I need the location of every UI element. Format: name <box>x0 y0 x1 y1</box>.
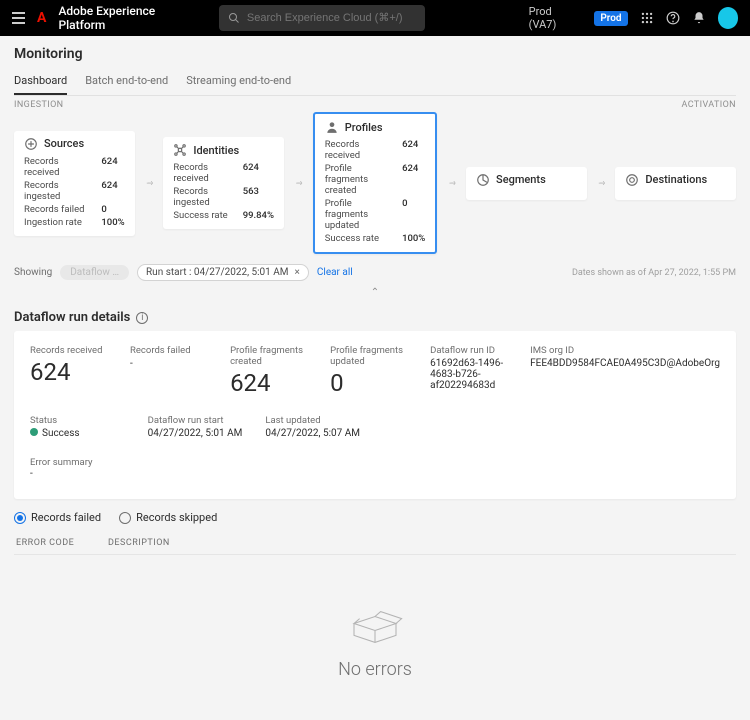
bell-icon[interactable] <box>692 11 706 25</box>
empty-box-icon <box>347 605 403 649</box>
search-icon <box>227 11 241 25</box>
card-title: Sources <box>44 137 84 150</box>
ingestion-label: INGESTION <box>14 100 64 110</box>
card-title: Destinations <box>645 173 707 186</box>
status-dot-icon <box>30 428 38 436</box>
col-description: DESCRIPTION <box>108 538 734 548</box>
collapse-chevron-icon[interactable]: ⌃ <box>14 287 736 298</box>
env-label: Prod (VA7) <box>529 5 579 31</box>
sources-icon <box>24 137 38 151</box>
env-badge[interactable]: Prod <box>594 11 627 26</box>
profiles-icon <box>325 120 339 134</box>
tab-batch[interactable]: Batch end-to-end <box>85 68 168 95</box>
metric-records-failed: - <box>130 358 214 369</box>
arrow-icon: - - - › <box>597 178 606 189</box>
radio-icon <box>119 512 131 524</box>
segments-icon <box>476 173 490 187</box>
page-title: Monitoring <box>14 46 736 62</box>
close-icon[interactable]: × <box>295 267 300 278</box>
timestamp-note: Dates shown as of Apr 27, 2022, 1:55 PM <box>572 268 736 278</box>
metric-pf-created: 624 <box>230 369 314 397</box>
destinations-icon <box>625 173 639 187</box>
identities-icon <box>173 143 187 157</box>
status-value: Success <box>30 428 132 439</box>
showing-label: Showing <box>14 267 52 278</box>
metric-records-received: 624 <box>30 358 114 386</box>
run-start-chip[interactable]: Run start : 04/27/2022, 5:01 AM × <box>137 264 309 281</box>
global-search[interactable] <box>219 5 425 31</box>
arrow-icon: - - - › <box>447 178 456 189</box>
global-topbar: A Adobe Experience Platform Prod (VA7) P… <box>0 0 750 36</box>
card-title: Profiles <box>345 121 383 134</box>
details-card: Records received 624 Records failed - Pr… <box>14 331 736 499</box>
tab-dashboard[interactable]: Dashboard <box>14 68 67 95</box>
last-updated-value: 04/27/2022, 5:07 AM <box>265 428 367 439</box>
empty-text: No errors <box>338 659 412 680</box>
help-icon[interactable] <box>666 11 680 25</box>
col-error-code: ERROR CODE <box>16 538 96 548</box>
tab-streaming[interactable]: Streaming end-to-end <box>186 68 291 95</box>
search-input[interactable] <box>247 12 417 24</box>
nav-toggle-icon[interactable] <box>12 11 25 25</box>
brand-title: Adobe Experience Platform <box>58 4 194 32</box>
radio-records-skipped[interactable]: Records skipped <box>119 511 217 524</box>
error-summary-value: - <box>30 468 720 479</box>
info-icon[interactable]: i <box>136 312 148 324</box>
empty-state: No errors <box>14 555 736 720</box>
metric-org-id: FEE4BDD9584FCAE0A495C3D@AdobeOrg <box>530 358 720 369</box>
dataflow-chip: Dataflow … <box>60 265 129 280</box>
arrow-icon: - - - › <box>145 178 154 189</box>
card-profiles[interactable]: Profiles Records received624 Profile fra… <box>313 112 438 254</box>
arrow-icon: - - - › <box>294 178 303 189</box>
radio-records-failed[interactable]: Records failed <box>14 511 101 524</box>
activation-label: ACTIVATION <box>681 100 736 110</box>
run-start-value: 04/27/2022, 5:01 AM <box>148 428 250 439</box>
subtab-bar: Dashboard Batch end-to-end Streaming end… <box>14 68 736 96</box>
apps-icon[interactable] <box>640 11 654 25</box>
card-segments[interactable]: Segments <box>466 167 587 200</box>
metric-run-id: 61692d63-1496-4683-b726-af202294683d <box>430 358 514 391</box>
card-destinations[interactable]: Destinations <box>615 167 736 200</box>
details-heading: Dataflow run details <box>14 310 130 325</box>
avatar[interactable] <box>718 7 738 29</box>
adobe-logo-icon: A <box>37 10 46 26</box>
pipeline-cards: Sources Records received624 Records inge… <box>14 112 736 254</box>
card-title: Segments <box>496 173 546 186</box>
clear-all-link[interactable]: Clear all <box>317 267 353 278</box>
radio-icon <box>14 512 26 524</box>
card-title: Identities <box>193 144 239 157</box>
metric-pf-updated: 0 <box>330 369 414 397</box>
card-identities[interactable]: Identities Records received624 Records i… <box>163 137 284 229</box>
card-sources[interactable]: Sources Records received624 Records inge… <box>14 131 135 236</box>
